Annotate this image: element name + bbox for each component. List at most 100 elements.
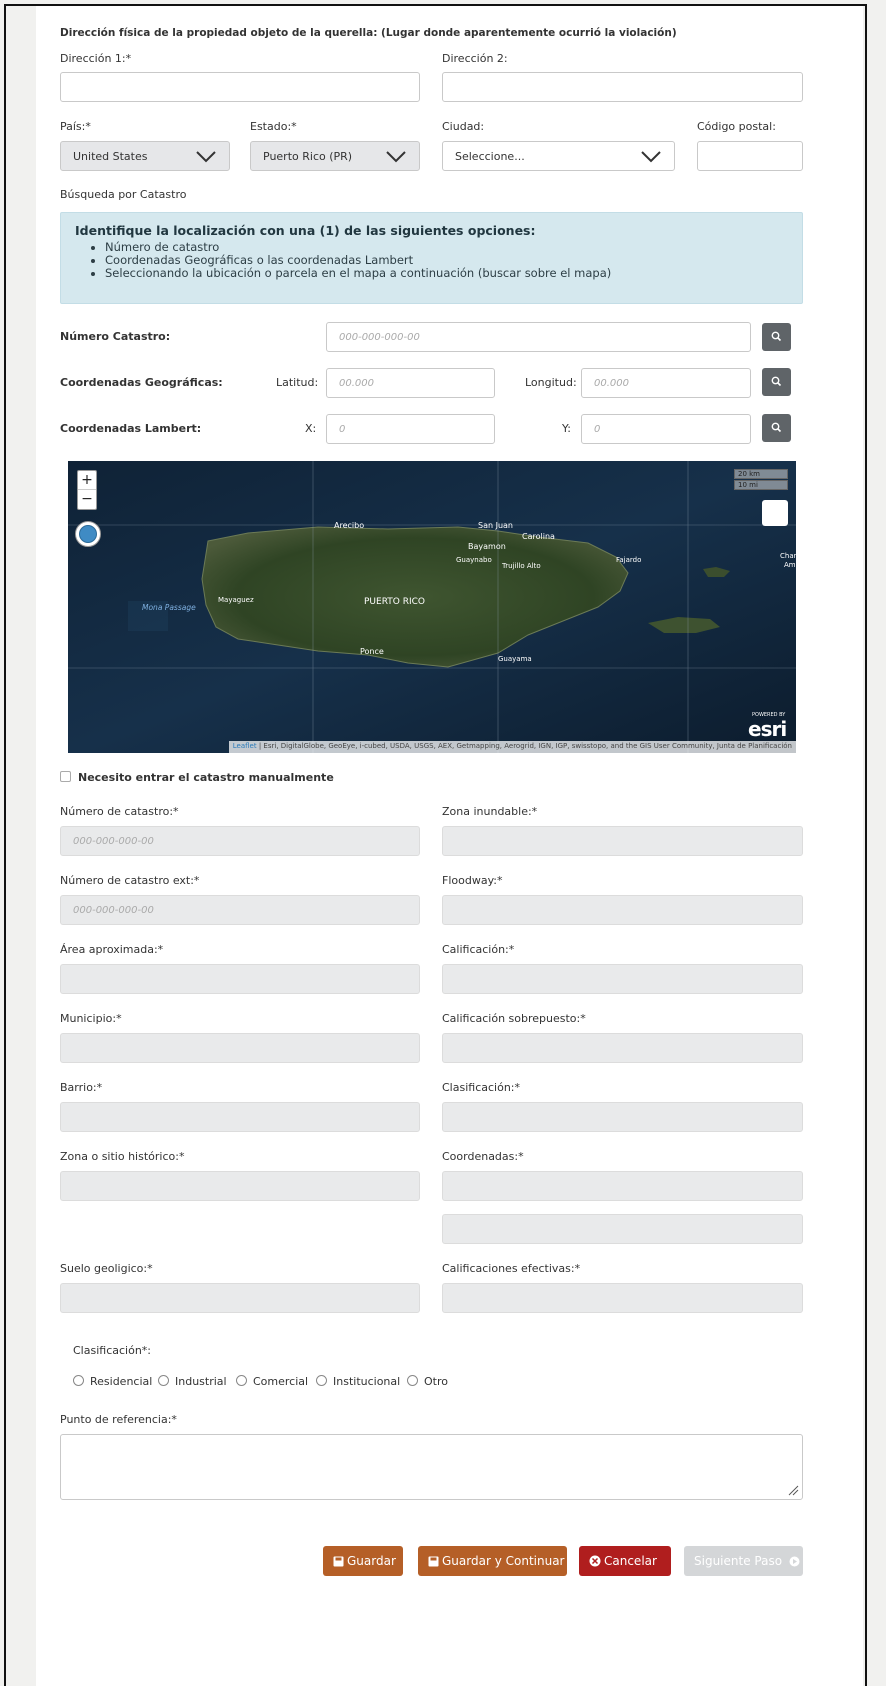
calificacion-field[interactable] [442, 964, 803, 994]
radio-residencial-label: Residencial [90, 1375, 153, 1388]
radio-otro[interactable] [407, 1375, 418, 1386]
zona-inundable-field[interactable] [442, 826, 803, 856]
radio-institucional[interactable] [316, 1375, 327, 1386]
y-input[interactable]: 0 [581, 414, 751, 444]
floodway-label: Floodway:* [442, 874, 503, 887]
zona-inundable-label: Zona inundable:* [442, 805, 538, 818]
cancelar-button[interactable]: Cancelar [579, 1546, 671, 1576]
barrio-field[interactable] [60, 1102, 420, 1132]
search-catastro-button[interactable] [762, 323, 791, 351]
manual-catastro-checkbox[interactable] [60, 771, 71, 782]
codigo-postal-label: Código postal: [697, 120, 776, 133]
calificaciones-efectivas-field[interactable] [442, 1283, 803, 1313]
numero-catastro-field-label: Número de catastro:* [60, 805, 179, 818]
chevron-down-icon [196, 151, 216, 163]
punto-referencia-label: Punto de referencia:* [60, 1413, 177, 1426]
clasificacion-field[interactable] [442, 1102, 803, 1132]
numero-catastro-input[interactable]: 000-000-000-00 [326, 322, 751, 352]
map-label-trujillo: Trujillo Alto [502, 562, 541, 570]
y-label: Y: [562, 422, 571, 435]
suelo-geologico-label: Suelo geoligico:* [60, 1262, 153, 1275]
guardar-button[interactable]: Guardar [323, 1546, 403, 1576]
search-icon [771, 422, 782, 433]
scale-km: 20 km [734, 469, 788, 479]
search-geo-button[interactable] [762, 368, 791, 396]
save-icon [333, 1556, 344, 1567]
cancelar-label: Cancelar [604, 1554, 657, 1568]
pais-select[interactable]: United States [60, 141, 230, 171]
punto-referencia-textarea[interactable] [60, 1434, 803, 1500]
map-label-amalie: Ama [784, 561, 796, 569]
globe-icon[interactable] [75, 521, 101, 547]
longitud-label: Longitud: [525, 376, 577, 389]
map-label-charlotte: Charlot [780, 552, 796, 560]
estado-label: Estado:* [250, 120, 297, 133]
municipio-label: Municipio:* [60, 1012, 122, 1025]
x-input[interactable]: 0 [326, 414, 495, 444]
ciudad-select[interactable]: Seleccione... [442, 141, 675, 171]
coordenadas-field-1[interactable] [442, 1171, 803, 1201]
map-attribution: Leaflet | Esri, DigitalGlobe, GeoEye, i-… [228, 741, 796, 753]
suelo-geologico-field[interactable] [60, 1283, 420, 1313]
coordenadas-geograficas-label: Coordenadas Geográficas: [60, 376, 223, 389]
radio-otro-label: Otro [424, 1375, 448, 1388]
info-item: Seleccionando la ubicación o parcela en … [105, 267, 788, 280]
guardar-label: Guardar [347, 1554, 396, 1568]
map-view[interactable]: + − 20 km 10 mi Arecibo San Juan Bayamon… [68, 461, 796, 753]
radio-institucional-label: Institucional [333, 1375, 401, 1388]
coordenadas-lambert-label: Coordenadas Lambert: [60, 422, 202, 435]
codigo-postal-input[interactable] [697, 141, 803, 171]
layer-toggle-button[interactable] [762, 500, 788, 526]
resize-handle-icon[interactable] [787, 1484, 799, 1496]
map-label-san-juan: San Juan [478, 521, 513, 530]
numero-catastro-ext-field[interactable]: 000-000-000-00 [60, 895, 420, 925]
radio-industrial[interactable] [158, 1375, 169, 1386]
busqueda-catastro-label: Búsqueda por Catastro [60, 188, 187, 201]
chevron-down-icon [641, 151, 661, 163]
guardar-continuar-button[interactable]: Guardar y Continuar [418, 1546, 567, 1576]
search-icon [771, 331, 782, 342]
info-list: Número de catastro Coordenadas Geográfic… [75, 241, 788, 280]
map-label-ponce: Ponce [360, 647, 384, 656]
attribution-text: | Esri, DigitalGlobe, GeoEye, i-cubed, U… [258, 742, 792, 750]
direccion2-input[interactable] [442, 72, 803, 102]
zoom-control: + − [77, 470, 97, 510]
map-label-guaynabo: Guaynabo [456, 556, 492, 564]
clasificacion-field-label: Clasificación:* [442, 1081, 520, 1094]
radio-residencial[interactable] [73, 1375, 84, 1386]
zoom-out-button[interactable]: − [78, 490, 96, 509]
numero-catastro-field[interactable]: 000-000-000-00 [60, 826, 420, 856]
guardar-continuar-label: Guardar y Continuar [442, 1554, 565, 1568]
chevron-down-icon [386, 151, 406, 163]
longitud-input[interactable]: 00.000 [581, 368, 751, 398]
numero-catastro-label: Número Catastro: [60, 330, 171, 343]
arrow-right-icon [789, 1556, 800, 1567]
municipio-field[interactable] [60, 1033, 420, 1063]
radio-comercial-label: Comercial [253, 1375, 309, 1388]
siguiente-paso-button[interactable]: Siguiente Paso [684, 1546, 803, 1576]
leaflet-link[interactable]: Leaflet [233, 742, 257, 750]
direccion1-input[interactable] [60, 72, 420, 102]
search-lambert-button[interactable] [762, 414, 791, 442]
zoom-in-button[interactable]: + [78, 471, 96, 490]
cancel-icon [589, 1555, 601, 1567]
floodway-field[interactable] [442, 895, 803, 925]
area-aproximada-field[interactable] [60, 964, 420, 994]
calificaciones-efectivas-label: Calificaciones efectivas:* [442, 1262, 581, 1275]
radio-comercial[interactable] [236, 1375, 247, 1386]
ciudad-label: Ciudad: [442, 120, 485, 133]
estado-select[interactable]: Puerto Rico (PR) [250, 141, 420, 171]
barrio-label: Barrio:* [60, 1081, 103, 1094]
map-label-mayaguez: Mayaguez [218, 596, 254, 604]
siguiente-paso-label: Siguiente Paso [694, 1554, 783, 1568]
latitud-input[interactable]: 00.000 [326, 368, 495, 398]
zona-historica-field[interactable] [60, 1171, 420, 1201]
coordenadas-field-2[interactable] [442, 1214, 803, 1244]
ciudad-value: Seleccione... [455, 150, 525, 163]
map-label-carolina: Carolina [522, 532, 555, 541]
calificacion-sobrepuesto-field[interactable] [442, 1033, 803, 1063]
section-title: Dirección física de la propiedad objeto … [60, 27, 677, 39]
search-icon [771, 376, 782, 387]
clasificacion-radio-label: Clasificación*: [73, 1344, 151, 1357]
direccion1-label: Dirección 1:* [60, 52, 132, 65]
